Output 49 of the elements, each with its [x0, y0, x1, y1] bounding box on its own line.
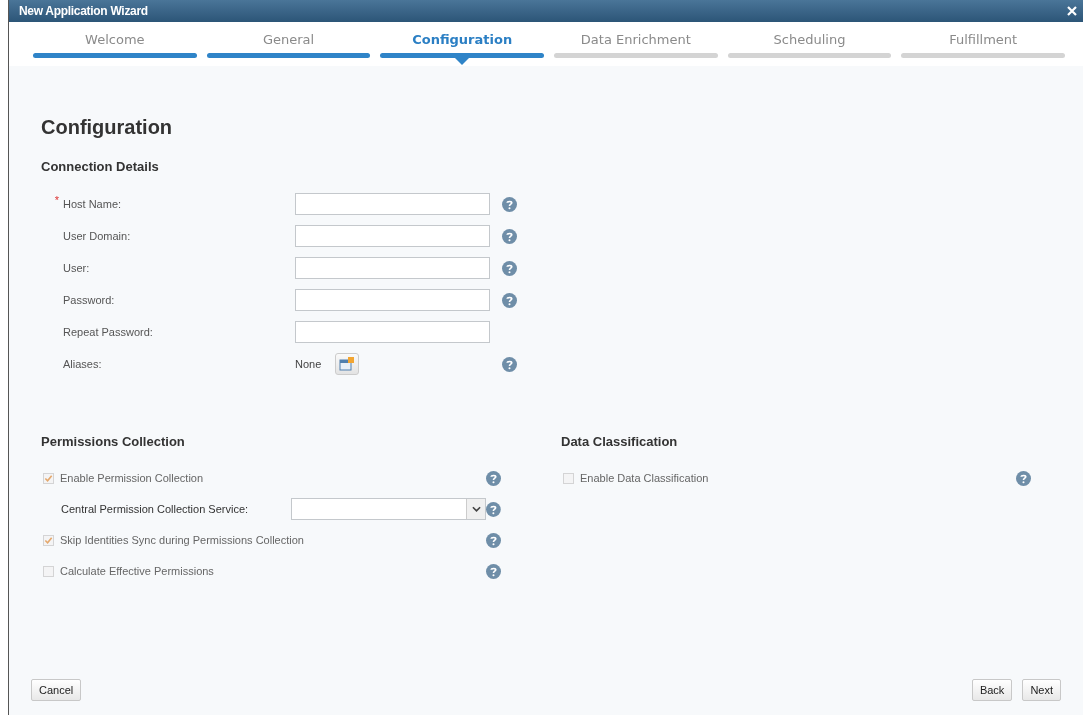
field-label: User:	[63, 262, 91, 274]
checkbox-label: Enable Permission Collection	[60, 472, 204, 484]
help-icon[interactable]	[502, 228, 517, 244]
help-icon[interactable]	[486, 563, 501, 579]
help-icon[interactable]	[486, 470, 501, 486]
input-field[interactable]	[295, 257, 490, 279]
chevron-down-icon	[471, 506, 481, 512]
input-field[interactable]	[295, 321, 490, 343]
checkbox[interactable]	[43, 565, 54, 577]
field-label: Aliases:	[63, 358, 103, 370]
next-button[interactable]: Next	[1022, 679, 1061, 701]
help-icon[interactable]	[502, 292, 517, 308]
window-title: New Application Wizard	[19, 4, 148, 18]
checkbox[interactable]	[43, 534, 54, 546]
back-button[interactable]: Back	[971, 679, 1013, 701]
checkbox-label: Skip Identities Sync during Permissions Collection	[60, 534, 304, 546]
wizard-step[interactable]: Welcome	[33, 30, 197, 66]
checkbox-label: Enable Data Classification	[580, 472, 709, 484]
field-label: Password:	[63, 294, 116, 306]
wizard-step[interactable]: Fulfillment	[901, 30, 1066, 66]
checkbox-label: Calculate Effective Permissions	[60, 565, 214, 577]
input-field[interactable]	[295, 225, 490, 247]
section-heading: Data Classification	[561, 434, 679, 449]
section-heading: Permissions Collection	[41, 434, 186, 449]
wizard-step[interactable]: Data Enrichment	[554, 30, 718, 66]
field-label: Host Name:	[63, 198, 123, 210]
help-icon[interactable]	[1016, 470, 1031, 486]
input-field[interactable]	[295, 193, 490, 215]
wizard-step[interactable]: Configuration	[380, 30, 544, 66]
close-icon[interactable]	[1067, 6, 1077, 16]
section-heading: Connection Details	[41, 159, 160, 174]
help-icon[interactable]	[486, 532, 501, 548]
help-icon[interactable]	[502, 260, 517, 276]
checkbox[interactable]	[43, 472, 54, 484]
add-alias-button[interactable]	[335, 353, 360, 375]
help-icon[interactable]	[502, 356, 517, 372]
checkbox[interactable]	[563, 472, 574, 484]
wizard-step[interactable]: Scheduling	[727, 30, 892, 66]
page-title: Configuration	[41, 116, 174, 139]
help-icon[interactable]	[502, 196, 517, 212]
field-label: Central Permission Collection Service:	[61, 503, 250, 515]
cancel-button[interactable]: Cancel	[31, 679, 82, 701]
wizard-step[interactable]: General	[206, 30, 371, 66]
field-label: Repeat Password:	[63, 326, 154, 338]
aliases-value: None	[295, 358, 322, 370]
field-label: User Domain:	[63, 230, 132, 242]
input-field[interactable]	[295, 289, 490, 311]
help-icon[interactable]	[486, 501, 501, 517]
required-mark: *	[54, 194, 59, 206]
